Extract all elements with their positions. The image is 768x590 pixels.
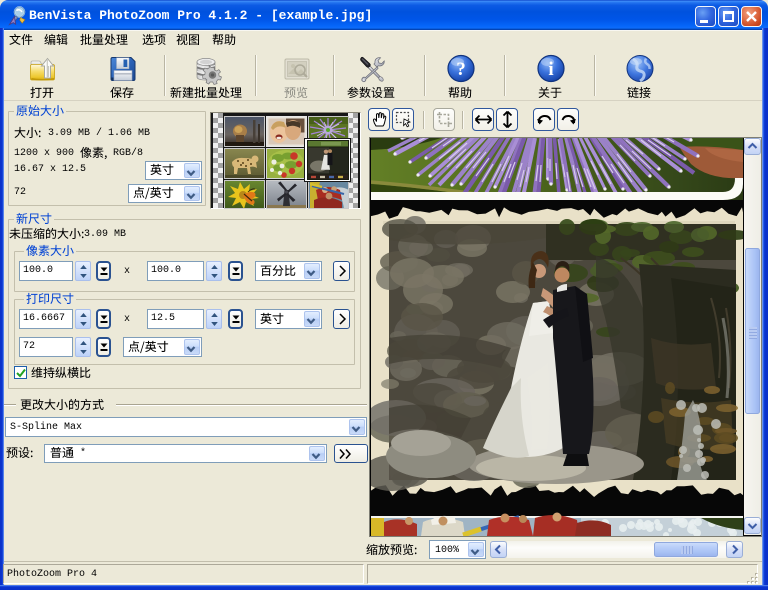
svg-text:?: ?: [456, 59, 466, 80]
svg-text:i: i: [548, 59, 553, 80]
